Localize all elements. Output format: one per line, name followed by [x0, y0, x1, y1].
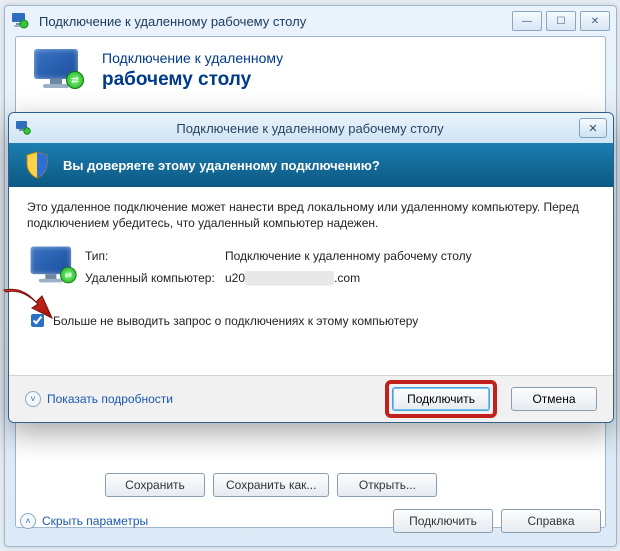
dialog-cancel-button[interactable]: Отмена — [511, 387, 597, 411]
connection-badge-icon: ⇄ — [66, 71, 84, 89]
dialog-connect-button[interactable]: Подключить — [392, 387, 490, 411]
dont-ask-again-checkbox[interactable] — [31, 314, 44, 327]
dialog-button-row: Подключить Отмена — [385, 380, 597, 418]
banner-heading: Подключение к удаленному рабочему столу — [102, 50, 283, 92]
connection-info: ⇄ Тип: Подключение к удаленному рабочему… — [27, 245, 595, 285]
show-details-toggle[interactable]: ˅ Показать подробности — [25, 391, 173, 407]
info-grid: Тип: Подключение к удаленному рабочему с… — [85, 249, 472, 285]
dont-ask-again-row[interactable]: Больше не выводить запрос о подключениях… — [27, 311, 595, 330]
window-controls: — ☐ ✕ — [508, 11, 610, 31]
dialog-close-button[interactable]: ✕ — [579, 118, 607, 138]
footer-row: ˄ Скрыть параметры Подключить Справка — [20, 509, 601, 533]
highlight-ring: Подключить — [385, 380, 497, 418]
app-icon — [11, 12, 29, 30]
settings-buttons-row: Сохранить Сохранить как... Открыть... — [20, 473, 601, 497]
remote-pc-prefix: u20 — [225, 271, 245, 285]
banner-line2: рабочему столу — [102, 69, 283, 92]
connection-badge-icon: ⇄ — [60, 267, 77, 284]
label-type: Тип: — [85, 249, 225, 263]
dialog-app-icon — [15, 120, 31, 136]
rdp-monitor-icon-small: ⇄ — [29, 247, 69, 282]
dialog-question: Вы доверяете этому удаленному подключени… — [63, 158, 380, 173]
dialog-footer: ˅ Показать подробности Подключить Отмена — [9, 375, 613, 422]
shield-icon — [25, 151, 49, 179]
value-remote-pc: u20██████████.com — [225, 271, 472, 285]
save-as-button[interactable]: Сохранить как... — [213, 473, 329, 497]
chevron-up-icon: ˄ — [20, 513, 36, 529]
warning-text: Это удаленное подключение может нанести … — [27, 199, 595, 231]
main-connect-button[interactable]: Подключить — [393, 509, 493, 533]
dialog-question-band: Вы доверяете этому удаленному подключени… — [9, 143, 613, 187]
value-type: Подключение к удаленному рабочему столу — [225, 249, 472, 263]
hide-params-toggle[interactable]: ˄ Скрыть параметры — [20, 513, 148, 529]
remote-pc-masked: ██████████ — [245, 271, 334, 285]
main-titlebar: Подключение к удаленному рабочему столу … — [5, 6, 616, 36]
main-bottom-area: Сохранить Сохранить как... Открыть... ˄ … — [20, 473, 601, 533]
save-button[interactable]: Сохранить — [105, 473, 205, 497]
remote-pc-suffix: .com — [334, 271, 360, 285]
app-banner: ⇄ Подключение к удаленному рабочему стол… — [16, 37, 605, 101]
label-remote-pc: Удаленный компьютер: — [85, 271, 225, 285]
maximize-button[interactable]: ☐ — [546, 11, 576, 31]
dialog-title: Подключение к удаленному рабочему столу — [41, 121, 579, 136]
open-button[interactable]: Открыть... — [337, 473, 437, 497]
dont-ask-again-label: Больше не выводить запрос о подключениях… — [53, 314, 418, 328]
close-button[interactable]: ✕ — [580, 11, 610, 31]
banner-line1: Подключение к удаленному — [102, 50, 283, 66]
rdp-monitor-icon: ⇄ — [32, 49, 88, 93]
trust-connection-dialog: Подключение к удаленному рабочему столу … — [8, 112, 614, 423]
dialog-body: Это удаленное подключение может нанести … — [9, 187, 613, 330]
dialog-titlebar: Подключение к удаленному рабочему столу … — [9, 113, 613, 143]
main-window-title: Подключение к удаленному рабочему столу — [39, 14, 508, 29]
minimize-button[interactable]: — — [512, 11, 542, 31]
help-button[interactable]: Справка — [501, 509, 601, 533]
chevron-down-icon: ˅ — [25, 391, 41, 407]
hide-params-label: Скрыть параметры — [42, 514, 148, 528]
show-details-label: Показать подробности — [47, 392, 173, 406]
